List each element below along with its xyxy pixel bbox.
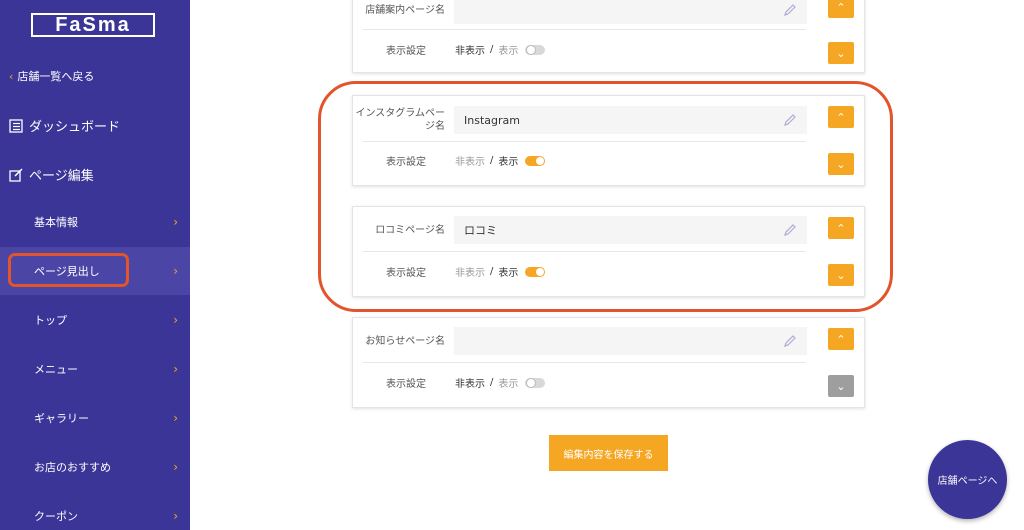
chevron-right-icon: › — [173, 460, 178, 474]
chevron-right-icon: › — [173, 362, 178, 376]
page-name-input[interactable] — [454, 0, 807, 24]
chevron-left-icon: ‹ — [9, 69, 14, 83]
sidebar-item-basic-info[interactable]: 基本情報 › — [0, 198, 190, 246]
divider — [363, 362, 806, 363]
nav-page-edit[interactable]: ページ編集 — [9, 165, 94, 184]
divider — [363, 29, 806, 30]
section-label: お知らせページ名 — [365, 335, 445, 347]
highlight-annotation — [318, 81, 893, 312]
sidebar-item-label: トップ — [34, 314, 67, 327]
sidebar-item-label: お店のおすすめ — [34, 461, 111, 474]
nav-dashboard-label: ダッシュボード — [29, 120, 121, 135]
display-setting-row: 表示設定 非表示 / 表示 — [353, 370, 808, 394]
sidebar-item-label: ギャラリー — [34, 412, 89, 425]
edit-icon — [9, 167, 23, 182]
sidebar-item-label: クーポン — [34, 510, 78, 523]
nav-dashboard[interactable]: ダッシュボード — [9, 116, 120, 135]
section-card-news: お知らせページ名 表示設定 非表示 / 表示 ⌃ ⌄ — [352, 317, 865, 408]
chevron-right-icon: › — [173, 264, 178, 278]
sidebar: FaSma ‹ 店舗一覧へ戻る ダッシュボード ページ編集 基本情報 › ページ… — [0, 0, 190, 530]
sidebar-item-recommend[interactable]: お店のおすすめ › — [0, 443, 190, 491]
move-up-button[interactable]: ⌃ — [828, 0, 854, 18]
chevron-right-icon: › — [173, 509, 178, 523]
display-toggle[interactable] — [525, 44, 546, 55]
dashboard-icon — [9, 118, 23, 133]
sidebar-item-label: メニュー — [34, 363, 78, 376]
sidebar-item-top[interactable]: トップ › — [0, 296, 190, 344]
active-item-highlight — [8, 253, 129, 287]
sidebar-item-coupon[interactable]: クーポン › — [0, 492, 190, 530]
move-down-button-disabled[interactable]: ⌄ — [828, 375, 854, 397]
pencil-icon — [784, 335, 796, 347]
logo: FaSma — [31, 13, 155, 37]
page-name-input[interactable] — [454, 327, 807, 355]
chevron-right-icon: › — [173, 411, 178, 425]
sidebar-item-gallery[interactable]: ギャラリー › — [0, 394, 190, 442]
nav-page-edit-label: ページ編集 — [29, 169, 94, 184]
section-card-store-info: 店舗案内ページ名 表示設定 非表示 / 表示 ⌃ ⌄ — [352, 0, 865, 73]
chevron-right-icon: › — [173, 313, 178, 327]
sidebar-item-label: 基本情報 — [34, 216, 78, 229]
sidebar-item-menu[interactable]: メニュー › — [0, 345, 190, 393]
move-up-button[interactable]: ⌃ — [828, 328, 854, 350]
chevron-right-icon: › — [173, 215, 178, 229]
chevron-down-icon: ⌄ — [836, 46, 846, 60]
back-link-label: 店舗一覧へ戻る — [17, 70, 95, 83]
back-to-store-list-link[interactable]: ‹ 店舗一覧へ戻る — [9, 68, 94, 84]
move-down-button[interactable]: ⌄ — [828, 42, 854, 64]
chevron-down-icon: ⌄ — [836, 379, 846, 393]
chevron-up-icon: ⌃ — [836, 0, 846, 14]
pencil-icon — [784, 4, 796, 16]
save-button[interactable]: 編集内容を保存する — [549, 435, 668, 471]
section-label: 店舗案内ページ名 — [365, 4, 445, 16]
chevron-up-icon: ⌃ — [836, 332, 846, 346]
display-setting-row: 表示設定 非表示 / 表示 — [353, 37, 808, 61]
display-toggle[interactable] — [525, 377, 546, 388]
store-page-button[interactable]: 店舗ページへ — [928, 440, 1007, 519]
